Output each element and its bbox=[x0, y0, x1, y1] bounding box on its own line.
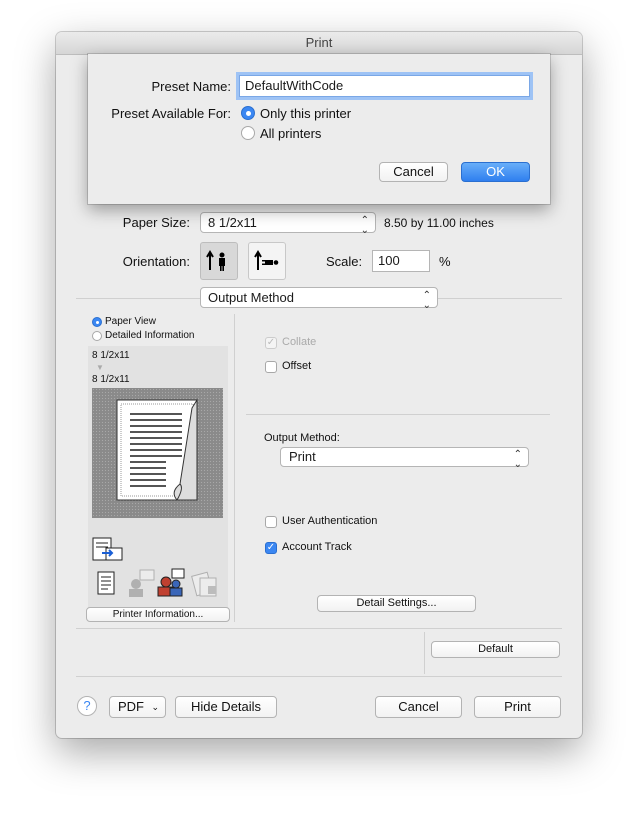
scale-label: Scale: bbox=[326, 254, 363, 269]
default-button[interactable]: Default bbox=[431, 641, 560, 658]
divider bbox=[438, 298, 562, 299]
divider bbox=[76, 298, 200, 299]
section-popup-value: Output Method bbox=[208, 290, 294, 305]
divider-vertical bbox=[234, 314, 235, 622]
divider bbox=[76, 676, 562, 677]
divider-vertical bbox=[424, 632, 425, 674]
pdf-menu-button[interactable]: PDF ⌄ bbox=[109, 696, 166, 718]
detail-settings-button[interactable]: Detail Settings... bbox=[317, 595, 476, 612]
preset-available-label: Preset Available For: bbox=[111, 106, 231, 121]
arrow-down-icon: ▼ bbox=[96, 363, 104, 372]
hide-details-button[interactable]: Hide Details bbox=[175, 696, 277, 718]
secure-print-icon bbox=[191, 571, 217, 597]
orientation-label: Orientation: bbox=[122, 254, 190, 269]
section-popup[interactable]: Output Method ⌃ ⌄ bbox=[200, 287, 438, 311]
updown-chevron-icon: ⌃ ⌄ bbox=[360, 215, 369, 236]
function-icons bbox=[97, 568, 217, 597]
save-preset-sheet: Preset Name: DefaultWithCode Preset Avai… bbox=[88, 54, 550, 204]
user-authentication-icon bbox=[157, 568, 185, 597]
printer-information-button[interactable]: Printer Information... bbox=[86, 607, 230, 622]
preset-ok-button[interactable]: OK bbox=[461, 162, 530, 182]
updown-chevron-icon: ⌃ ⌄ bbox=[422, 290, 431, 311]
landscape-orientation-button[interactable] bbox=[248, 242, 286, 280]
offset-checkbox[interactable] bbox=[265, 361, 277, 373]
print-button[interactable]: Print bbox=[474, 696, 561, 718]
output-method-popup[interactable]: Print ⌃ ⌄ bbox=[280, 447, 529, 470]
scale-input[interactable]: 100 bbox=[372, 250, 430, 272]
portrait-icon bbox=[206, 250, 225, 271]
document-icon bbox=[97, 571, 115, 595]
divider bbox=[246, 414, 550, 415]
scale-unit: % bbox=[439, 254, 451, 269]
detailed-info-radio[interactable] bbox=[92, 331, 102, 341]
collate-label: Collate bbox=[282, 336, 317, 348]
account-track-label: Account Track bbox=[282, 541, 352, 553]
help-button[interactable]: ? bbox=[77, 696, 97, 716]
all-printers-radio[interactable] bbox=[241, 126, 255, 140]
paper-view-label: Paper View bbox=[105, 316, 156, 327]
page-preview bbox=[92, 388, 223, 518]
paper-size-value: 8 1/2x11 bbox=[208, 215, 257, 230]
offset-label: Offset bbox=[282, 360, 312, 372]
paper-size-in: 8 1/2x11 bbox=[92, 350, 130, 361]
paper-size-description: 8.50 by 11.00 inches bbox=[384, 216, 494, 230]
divider bbox=[76, 628, 562, 629]
collate-checkbox[interactable]: ✓ bbox=[265, 337, 277, 349]
landscape-icon bbox=[254, 250, 279, 270]
preset-name-input[interactable]: DefaultWithCode bbox=[239, 75, 530, 97]
paper-size-out: 8 1/2x11 bbox=[92, 374, 130, 385]
preset-name-label: Preset Name: bbox=[151, 79, 231, 94]
updown-chevron-icon: ⌃ ⌄ bbox=[513, 449, 522, 470]
user-authentication-checkbox[interactable] bbox=[265, 516, 277, 528]
user-authentication-label: User Authentication bbox=[282, 515, 378, 527]
window-title: Print bbox=[56, 32, 582, 55]
printer-output-icon bbox=[92, 537, 123, 561]
only-this-printer-label: Only this printer bbox=[260, 106, 352, 121]
page-preview-illustration bbox=[116, 398, 198, 501]
all-printers-label: All printers bbox=[260, 126, 322, 141]
paper-view-radio[interactable] bbox=[92, 317, 102, 327]
cancel-button[interactable]: Cancel bbox=[375, 696, 462, 718]
account-track-checkbox[interactable]: ✓ bbox=[265, 542, 277, 554]
detailed-info-label: Detailed Information bbox=[105, 330, 195, 341]
chevron-down-icon: ⌄ bbox=[151, 702, 159, 712]
paper-size-label: Paper Size: bbox=[122, 215, 190, 230]
preset-cancel-button[interactable]: Cancel bbox=[379, 162, 448, 182]
output-method-label: Output Method: bbox=[264, 432, 340, 444]
paper-size-popup[interactable]: 8 1/2x11 ⌃ ⌄ bbox=[200, 212, 376, 236]
output-method-value: Print bbox=[289, 449, 316, 464]
portrait-orientation-button[interactable] bbox=[200, 242, 238, 280]
user-message-icon bbox=[129, 569, 155, 597]
pdf-label: PDF bbox=[118, 699, 144, 714]
only-this-printer-radio[interactable] bbox=[241, 106, 255, 120]
